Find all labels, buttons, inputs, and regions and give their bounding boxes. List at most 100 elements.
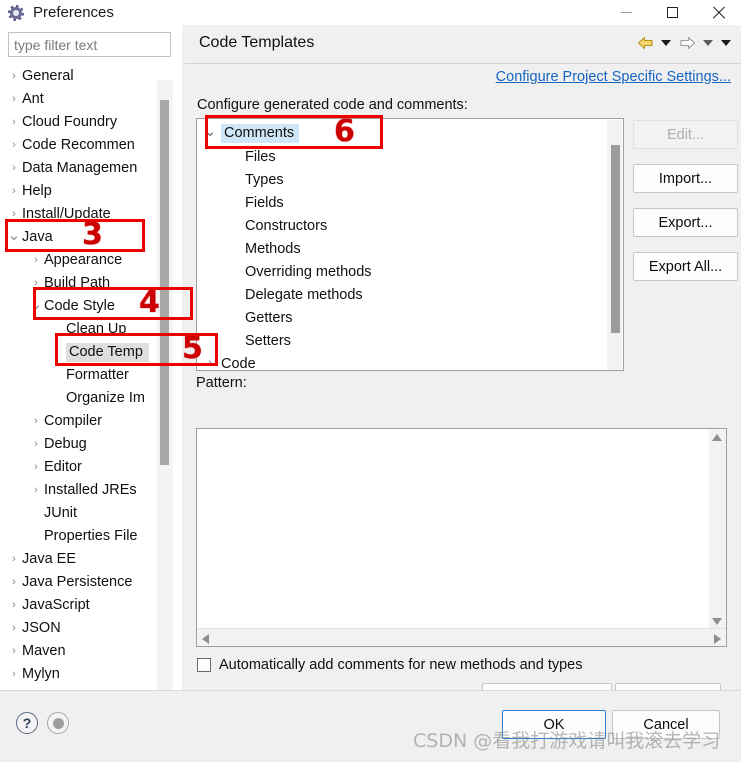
template-item-files[interactable]: Files xyxy=(197,145,276,168)
close-icon[interactable] xyxy=(695,0,741,25)
template-item-label: Files xyxy=(245,148,276,165)
pattern-textarea[interactable] xyxy=(196,428,727,647)
chevron-right-icon[interactable]: › xyxy=(6,622,22,634)
sidebar-item-properties-file[interactable]: Properties File xyxy=(0,525,141,547)
template-item-setters[interactable]: Setters xyxy=(197,329,291,352)
pattern-vertical-scrollbar[interactable] xyxy=(709,429,726,630)
minimize-icon[interactable] xyxy=(603,0,649,25)
template-item-types[interactable]: Types xyxy=(197,168,284,191)
sidebar-item-install-update[interactable]: › Install/Update xyxy=(0,203,115,225)
sidebar-item-build-path[interactable]: › Build Path xyxy=(0,272,114,294)
sidebar-item-label: Ant xyxy=(22,91,44,107)
template-item-label: Getters xyxy=(245,309,293,326)
auto-comments-row[interactable]: Automatically add comments for new metho… xyxy=(197,657,582,673)
chevron-right-icon[interactable]: › xyxy=(6,116,22,128)
template-item-label: Fields xyxy=(245,194,284,211)
ok-button[interactable]: OK xyxy=(502,710,606,739)
template-item-code[interactable]: › Code xyxy=(197,352,256,371)
chevron-right-icon[interactable]: › xyxy=(28,484,44,496)
template-item-methods[interactable]: Methods xyxy=(197,237,301,260)
template-item-overriding-methods[interactable]: Overriding methods xyxy=(197,260,372,283)
chevron-right-icon[interactable]: › xyxy=(28,461,44,473)
sidebar-item-installed-jres[interactable]: › Installed JREs xyxy=(0,479,141,501)
chevron-right-icon[interactable]: › xyxy=(6,668,22,680)
sidebar-item-appearance[interactable]: › Appearance xyxy=(0,249,126,271)
chevron-right-icon[interactable]: › xyxy=(28,254,44,266)
auto-comments-checkbox[interactable] xyxy=(197,658,211,672)
import-button[interactable]: Import... xyxy=(633,164,738,193)
sidebar-item-java-persistence[interactable]: › Java Persistence xyxy=(0,571,136,593)
sidebar-item-ant[interactable]: › Ant xyxy=(0,88,48,110)
chevron-right-icon[interactable]: › xyxy=(6,599,22,611)
sidebar-item-clean-up[interactable]: Clean Up xyxy=(0,318,130,340)
templates-scrollbar-thumb[interactable] xyxy=(611,145,620,333)
sidebar-item-formatter[interactable]: Formatter xyxy=(0,364,133,386)
chevron-right-icon[interactable]: › xyxy=(6,645,22,657)
sidebar-item-editor[interactable]: › Editor xyxy=(0,456,86,478)
forward-arrow-icon[interactable] xyxy=(677,34,697,52)
template-item-comments[interactable]: ⌄ Comments xyxy=(197,122,300,145)
scroll-up-arrow-icon[interactable] xyxy=(712,434,722,441)
sidebar-item-label: Code Style xyxy=(44,298,115,314)
chevron-right-icon[interactable]: › xyxy=(6,553,22,565)
cancel-button[interactable]: Cancel xyxy=(612,710,720,739)
sidebar-item-data-managemen[interactable]: › Data Managemen xyxy=(0,157,141,179)
export-all-button[interactable]: Export All... xyxy=(633,252,738,281)
scroll-left-arrow-icon[interactable] xyxy=(202,634,209,644)
back-menu-chevron-down-icon[interactable] xyxy=(659,34,673,52)
sidebar-item-junit[interactable]: JUnit xyxy=(0,502,81,524)
pattern-horizontal-scrollbar[interactable] xyxy=(197,628,726,646)
chevron-right-icon[interactable]: › xyxy=(6,70,22,82)
question-mark-icon[interactable]: ? xyxy=(16,712,38,734)
edit-button[interactable]: Edit... xyxy=(633,120,738,149)
chevron-down-icon[interactable]: ⌄ xyxy=(199,124,221,139)
sidebar-item-cloud-foundry[interactable]: › Cloud Foundry xyxy=(0,111,121,133)
chevron-right-icon[interactable]: › xyxy=(28,415,44,427)
sidebar-item-help[interactable]: › Help xyxy=(0,180,56,202)
maximize-icon[interactable] xyxy=(649,0,695,25)
more-menu-chevron-down-icon[interactable] xyxy=(719,34,733,52)
sidebar-item-general[interactable]: › General xyxy=(0,65,78,87)
sidebar-item-maven[interactable]: › Maven xyxy=(0,640,70,662)
template-item-fields[interactable]: Fields xyxy=(197,191,284,214)
sidebar-item-java-ee[interactable]: › Java EE xyxy=(0,548,80,570)
sidebar-item-code-style[interactable]: ⌄ Code Style xyxy=(0,295,119,317)
sidebar-item-mylyn[interactable]: › Mylyn xyxy=(0,663,64,685)
sidebar-item-code-temp[interactable]: Code Temp xyxy=(0,341,149,363)
sidebar-item-code-recommen[interactable]: › Code Recommen xyxy=(0,134,139,156)
chevron-right-icon[interactable]: › xyxy=(28,438,44,450)
filter-input[interactable] xyxy=(8,32,171,57)
sidebar-item-label: Installed JREs xyxy=(44,482,137,498)
sidebar-item-debug[interactable]: › Debug xyxy=(0,433,91,455)
sidebar-item-organize-im[interactable]: Organize Im xyxy=(0,387,149,409)
chevron-right-icon[interactable]: › xyxy=(6,576,22,588)
record-circle-icon[interactable] xyxy=(47,712,69,734)
template-item-getters[interactable]: Getters xyxy=(197,306,293,329)
chevron-right-icon[interactable]: › xyxy=(28,277,44,289)
scroll-right-arrow-icon[interactable] xyxy=(714,634,721,644)
template-item-delegate-methods[interactable]: Delegate methods xyxy=(197,283,363,306)
sidebar-item-label: Maven xyxy=(22,643,66,659)
scroll-down-arrow-icon[interactable] xyxy=(712,618,722,625)
template-item-constructors[interactable]: Constructors xyxy=(197,214,327,237)
forward-menu-chevron-down-icon[interactable] xyxy=(701,34,715,52)
template-item-label: Comments xyxy=(221,124,300,143)
chevron-right-icon[interactable]: › xyxy=(6,162,22,174)
chevron-right-icon[interactable]: › xyxy=(199,358,221,369)
chevron-right-icon[interactable]: › xyxy=(6,139,22,151)
sidebar-item-json[interactable]: › JSON xyxy=(0,617,65,639)
preferences-sidebar: ›General›Ant›Cloud Foundry›Code Recommen… xyxy=(0,25,182,711)
back-arrow-icon[interactable] xyxy=(635,34,655,52)
sidebar-item-javascript[interactable]: › JavaScript xyxy=(0,594,94,616)
sidebar-vertical-scrollbar-thumb[interactable] xyxy=(160,100,169,465)
sidebar-item-compiler[interactable]: › Compiler xyxy=(0,410,106,432)
chevron-right-icon[interactable]: › xyxy=(6,208,22,220)
chevron-down-icon[interactable]: ⌄ xyxy=(6,228,22,243)
export-button[interactable]: Export... xyxy=(633,208,738,237)
chevron-down-icon[interactable]: ⌄ xyxy=(28,297,44,312)
chevron-right-icon[interactable]: › xyxy=(6,185,22,197)
sidebar-item-java[interactable]: ⌄ Java xyxy=(0,226,57,248)
sidebar-item-label: Code Temp xyxy=(66,342,149,362)
chevron-right-icon[interactable]: › xyxy=(6,93,22,105)
configure-project-specific-settings-link[interactable]: Configure Project Specific Settings... xyxy=(496,69,731,85)
